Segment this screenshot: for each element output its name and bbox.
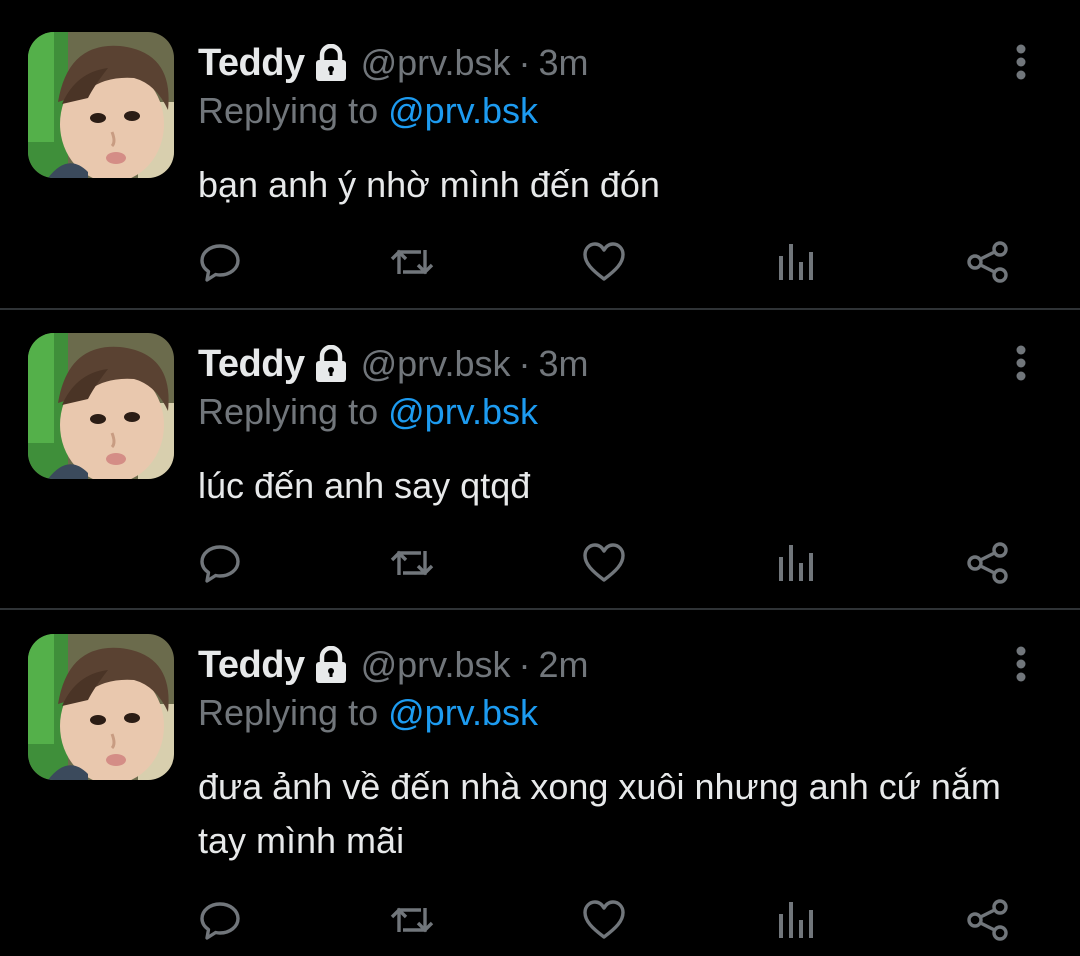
avatar[interactable] (28, 32, 174, 178)
analytics-icon[interactable] (766, 533, 826, 593)
lock-icon (313, 345, 349, 383)
handle[interactable]: @prv.bsk (361, 343, 511, 385)
replying-to-label: Replying to (198, 692, 379, 733)
replying-to-mention[interactable]: @prv.bsk (388, 391, 538, 432)
reply-icon[interactable] (190, 232, 250, 292)
reply-icon[interactable] (190, 890, 250, 950)
tweet-text: đưa ảnh về đến nhà xong xuôi nhưng anh c… (198, 766, 1001, 861)
share-icon[interactable] (958, 232, 1018, 292)
display-name[interactable]: Teddy (198, 644, 305, 687)
tweet-header: Teddy @prv.bsk · 2m (198, 640, 589, 690)
avatar-photo (28, 32, 174, 178)
divider (0, 308, 1080, 310)
share-icon[interactable] (958, 533, 1018, 593)
tweet[interactable]: Teddy @prv.bsk · 3m Replying to @prv.bsk… (0, 32, 1080, 308)
tweet-header: Teddy @prv.bsk · 3m (198, 38, 589, 88)
more-options-icon[interactable] (1004, 343, 1038, 383)
avatar[interactable] (28, 333, 174, 479)
display-name[interactable]: Teddy (198, 343, 305, 386)
tweet[interactable]: Teddy @prv.bsk · 2m Replying to @prv.bsk… (0, 634, 1080, 956)
handle[interactable]: @prv.bsk (361, 42, 511, 84)
tweet-text: lúc đến anh say qtqđ (198, 465, 531, 506)
avatar[interactable] (28, 634, 174, 780)
like-icon[interactable] (574, 232, 634, 292)
replying-to-label: Replying to (198, 90, 379, 131)
retweet-icon[interactable] (382, 232, 442, 292)
lock-icon (313, 646, 349, 684)
replying-to-label: Replying to (198, 391, 379, 432)
replying-to-mention[interactable]: @prv.bsk (388, 692, 538, 733)
retweet-icon[interactable] (382, 890, 442, 950)
replying-to: Replying to @prv.bsk (198, 692, 538, 734)
display-name[interactable]: Teddy (198, 42, 305, 85)
tweet-text: bạn anh ý nhờ mình đến đón (198, 164, 660, 205)
action-bar (0, 533, 1080, 593)
lock-icon (313, 44, 349, 82)
more-options-icon[interactable] (1004, 644, 1038, 684)
like-icon[interactable] (574, 533, 634, 593)
separator: · (518, 343, 531, 384)
separator: · (518, 644, 531, 685)
tweet-header: Teddy @prv.bsk · 3m (198, 339, 589, 389)
divider (0, 608, 1080, 610)
avatar-photo (28, 333, 174, 479)
retweet-icon[interactable] (382, 533, 442, 593)
tweet[interactable]: Teddy @prv.bsk · 3m Replying to @prv.bsk… (0, 333, 1080, 609)
replying-to-mention[interactable]: @prv.bsk (388, 90, 538, 131)
handle[interactable]: @prv.bsk (361, 644, 511, 686)
like-icon[interactable] (574, 890, 634, 950)
separator: · (518, 42, 531, 83)
replying-to: Replying to @prv.bsk (198, 391, 538, 433)
analytics-icon[interactable] (766, 232, 826, 292)
timestamp[interactable]: 3m (539, 343, 589, 385)
replying-to: Replying to @prv.bsk (198, 90, 538, 132)
timestamp[interactable]: 2m (539, 644, 589, 686)
reply-icon[interactable] (190, 533, 250, 593)
avatar-photo (28, 634, 174, 780)
analytics-icon[interactable] (766, 890, 826, 950)
share-icon[interactable] (958, 890, 1018, 950)
action-bar (0, 232, 1080, 292)
more-options-icon[interactable] (1004, 42, 1038, 82)
action-bar (0, 890, 1080, 950)
timestamp[interactable]: 3m (539, 42, 589, 84)
